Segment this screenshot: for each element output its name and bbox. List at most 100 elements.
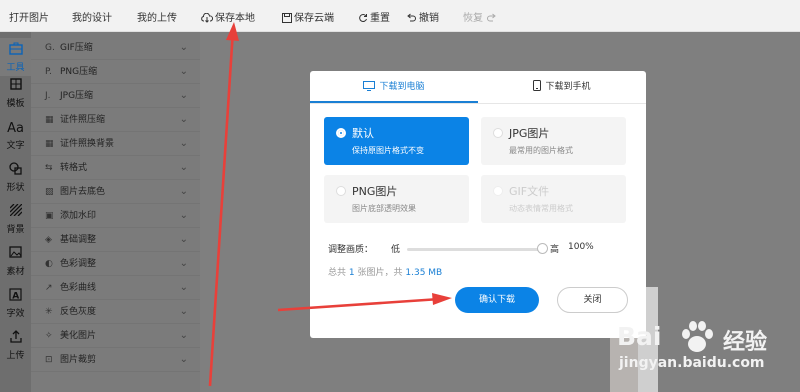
chevron-down-icon: ⌄ (179, 186, 188, 197)
menu-item-png-compress[interactable]: P. PNG压缩 ⌄ (31, 60, 200, 84)
eraser-icon: ▨ (45, 187, 54, 197)
menu-item-convert-format[interactable]: ⇆ 转格式 ⌄ (31, 156, 200, 180)
chevron-down-icon: ⌄ (179, 114, 188, 125)
phone-icon (533, 80, 542, 91)
quality-high-label: 高 (550, 245, 560, 255)
tab-download-to-phone[interactable]: 下载到手机 (478, 71, 646, 103)
option-subtitle: 保持原图片格式不变 (352, 146, 424, 155)
menu-label: 色彩曲线 (60, 283, 97, 293)
menu-item-jpg-compress[interactable]: J. JPG压缩 ⌄ (31, 84, 200, 108)
svg-text:A: A (12, 292, 19, 302)
toolbox-icon (0, 42, 31, 60)
chevron-down-icon: ⌄ (179, 234, 188, 245)
crop-icon: ⊡ (45, 355, 53, 365)
chevron-down-icon: ⌄ (179, 354, 188, 365)
paw-icon (682, 321, 713, 352)
quality-slider[interactable] (407, 248, 542, 251)
menu-item-gif-compress[interactable]: G. GIF压缩 ⌄ (31, 36, 200, 60)
rail-item-text[interactable]: Aa 文字 (0, 120, 31, 151)
text-icon: Aa (7, 121, 24, 136)
open-image-button[interactable]: 打开图片 (9, 9, 49, 24)
close-button[interactable]: 关闭 (557, 287, 628, 313)
floppy-icon (282, 13, 292, 23)
save-local-button[interactable]: 保存本地 (201, 9, 255, 24)
radio-selected (336, 128, 346, 138)
chevron-down-icon: ⌄ (179, 258, 188, 269)
reset-label: 重置 (370, 13, 390, 24)
menu-item-id-photo-compress[interactable]: ▦ 证件照压缩 ⌄ (31, 108, 200, 132)
download-dialog: 下载到电脑 下载到手机 默认 保持原图片格式不变 JPG图片 最常用的图片格式 … (310, 71, 646, 338)
rail-item-shapes[interactable]: 形状 (0, 162, 31, 193)
menu-item-color-adjust[interactable]: ◐ 色彩调整 ⌄ (31, 252, 200, 276)
menu-item-basic-adjust[interactable]: ◈ 基础调整 ⌄ (31, 228, 200, 252)
reset-button[interactable]: 重置 (358, 9, 390, 24)
undo-label: 撤销 (419, 13, 439, 24)
chevron-down-icon: ⌄ (179, 90, 188, 101)
watermark-brand: Bai (617, 322, 662, 351)
id-card-icon: ▦ (45, 139, 54, 149)
redo-button[interactable]: 恢复 (463, 9, 499, 24)
menu-item-beautify[interactable]: ✧ 美化图片 ⌄ (31, 324, 200, 348)
chevron-down-icon: ⌄ (179, 42, 188, 53)
format-option-png[interactable]: PNG图片 图片底部透明效果 (324, 175, 469, 223)
summary-prefix: 总共 (328, 268, 347, 278)
menu-label: 添加水印 (60, 211, 97, 221)
menu-label: 反色灰度 (60, 307, 97, 317)
my-designs-button[interactable]: 我的设计 (72, 9, 112, 24)
menu-item-add-watermark[interactable]: ▣ 添加水印 ⌄ (31, 204, 200, 228)
format-option-default[interactable]: 默认 保持原图片格式不变 (324, 117, 469, 165)
color-icon: ◐ (45, 259, 53, 269)
menu-label: GIF压缩 (60, 43, 93, 53)
rail-item-assets[interactable]: 素材 (0, 246, 31, 277)
format-option-jpg[interactable]: JPG图片 最常用的图片格式 (481, 117, 626, 165)
rail-item-templates[interactable]: 模板 (0, 78, 31, 109)
tools-menu: G. GIF压缩 ⌄ P. PNG压缩 ⌄ J. JPG压缩 ⌄ ▦ 证件照压缩 ⌄ ▦ 证件照换… (31, 32, 200, 392)
tab-download-to-pc[interactable]: 下载到电脑 (310, 71, 478, 103)
summary-size: 1.35 MB (405, 268, 443, 278)
menu-label: PNG压缩 (60, 67, 98, 77)
summary-mid: 张图片，共 (357, 268, 403, 278)
option-subtitle: 图片底部透明效果 (352, 204, 416, 213)
chevron-down-icon: ⌄ (179, 138, 188, 149)
left-icon-rail: 工具 模板 Aa 文字 形状 背景 素材 A 字效 上传 (0, 32, 31, 392)
redo-icon (487, 13, 496, 22)
convert-icon: ⇆ (45, 163, 53, 173)
cloud-download-icon (201, 12, 214, 23)
rail-label-text: 文字 (6, 141, 25, 151)
redo-label: 恢复 (463, 13, 483, 24)
menu-label: 色彩调整 (60, 259, 97, 269)
chevron-down-icon: ⌄ (179, 162, 188, 173)
adjust-icon: ◈ (45, 235, 52, 245)
rail-item-text-effects[interactable]: A 字效 (0, 288, 31, 319)
my-uploads-button[interactable]: 我的上传 (137, 9, 177, 24)
download-summary: 总共 1 张图片，共 1.35 MB (328, 265, 442, 278)
menu-item-id-photo-background[interactable]: ▦ 证件照换背景 ⌄ (31, 132, 200, 156)
text-effect-icon: A (0, 288, 31, 306)
menu-item-crop[interactable]: ⊡ 图片裁剪 ⌄ (31, 348, 200, 372)
option-title: JPG图片 (509, 127, 550, 140)
quality-slider-handle[interactable] (537, 243, 548, 254)
rail-item-background[interactable]: 背景 (0, 203, 31, 235)
watermark-url: jingyan.baidu.com (619, 355, 765, 371)
option-title: GIF文件 (509, 185, 550, 198)
confirm-download-button[interactable]: 确认下载 (455, 287, 539, 313)
quality-label: 调整画质： (328, 245, 374, 255)
rail-label-templates: 模板 (6, 99, 25, 109)
undo-icon (407, 13, 416, 22)
menu-label: JPG压缩 (60, 91, 94, 101)
background-icon (0, 203, 31, 222)
watermark-brand-cn: 经验 (723, 330, 768, 355)
chevron-down-icon: ⌄ (179, 66, 188, 77)
save-cloud-button[interactable]: 保存云端 (282, 9, 334, 24)
menu-item-remove-background[interactable]: ▨ 图片去底色 ⌄ (31, 180, 200, 204)
watermark-icon: ▣ (45, 211, 54, 221)
chevron-down-icon: ⌄ (179, 282, 188, 293)
undo-button[interactable]: 撤销 (406, 9, 439, 24)
chevron-down-icon: ⌄ (179, 306, 188, 317)
menu-item-invert-grayscale[interactable]: ✳ 反色灰度 ⌄ (31, 300, 200, 324)
menu-label: 基础调整 (60, 235, 97, 245)
rail-item-upload[interactable]: 上传 (0, 330, 31, 361)
shape-icon (0, 162, 31, 180)
rail-item-tools[interactable]: 工具 (0, 38, 31, 76)
menu-item-color-curves[interactable]: ↗ 色彩曲线 ⌄ (31, 276, 200, 300)
